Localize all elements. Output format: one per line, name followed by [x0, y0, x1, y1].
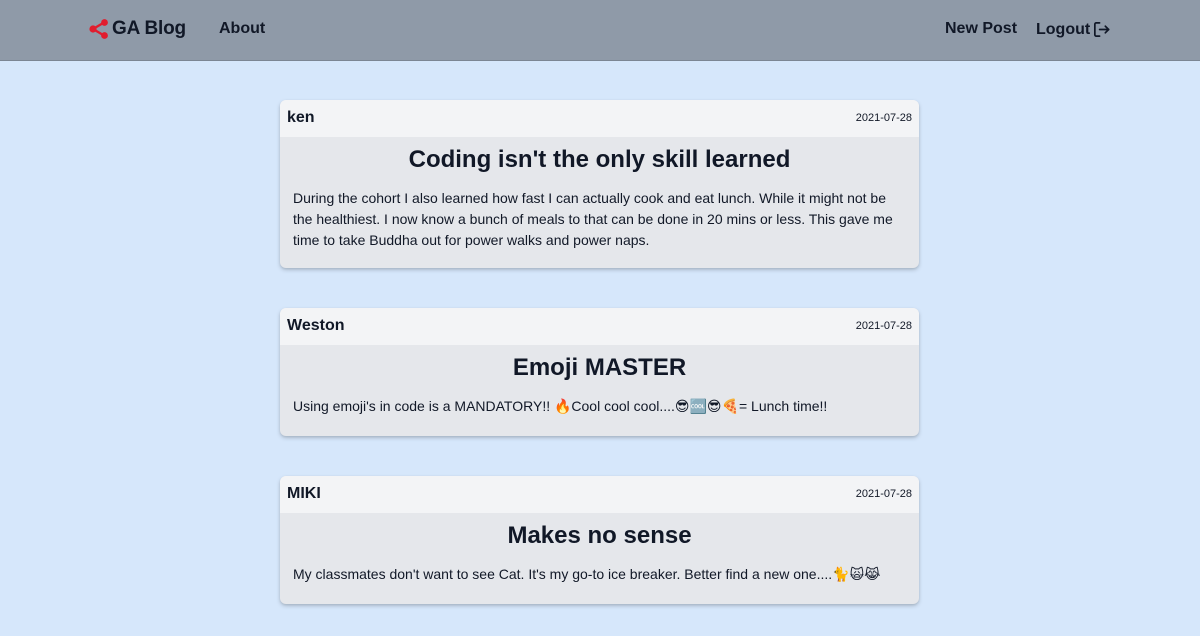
post-header: ken 2021-07-28	[280, 100, 919, 137]
post-date: 2021-07-28	[855, 488, 912, 500]
post-author: Weston	[287, 317, 345, 334]
post-date: 2021-07-28	[855, 112, 912, 124]
post-author: ken	[287, 109, 315, 126]
logout-label: Logout	[1036, 20, 1091, 38]
post-body: Using emoji's in code is a MANDATORY!! 🔥…	[293, 398, 828, 414]
nav-logout-link[interactable]: Logout	[1036, 20, 1111, 39]
post-title: Emoji MASTER	[512, 354, 687, 381]
post-card[interactable]: ken 2021-07-28 Coding isn't the only ski…	[280, 100, 919, 268]
post-card[interactable]: MIKI 2021-07-28 Makes no sense My classm…	[280, 476, 919, 604]
brand-home-link[interactable]: GA Blog	[88, 18, 186, 40]
post-card[interactable]: Weston 2021-07-28 Emoji MASTER Using emo…	[280, 308, 919, 436]
post-body: My classmates don't want to see Cat. It'…	[293, 566, 881, 582]
post-title: Makes no sense	[507, 522, 692, 549]
post-title: Coding isn't the only skill learned	[408, 146, 791, 173]
post-header: Weston 2021-07-28	[280, 308, 919, 345]
nav-about-link[interactable]: About	[219, 20, 265, 38]
post-body: During the cohort I also learned how fas…	[293, 190, 893, 248]
post-header: MIKI 2021-07-28	[280, 476, 919, 513]
post-date: 2021-07-28	[855, 320, 912, 332]
brand-name: GA Blog	[112, 18, 186, 39]
nav-new-post-link[interactable]: New Post	[945, 20, 1017, 38]
top-navbar: GA Blog About New Post Logout	[0, 0, 1200, 61]
post-author: MIKI	[287, 485, 321, 502]
share-nodes-icon	[89, 19, 108, 39]
logout-arrow-icon	[1094, 21, 1110, 38]
